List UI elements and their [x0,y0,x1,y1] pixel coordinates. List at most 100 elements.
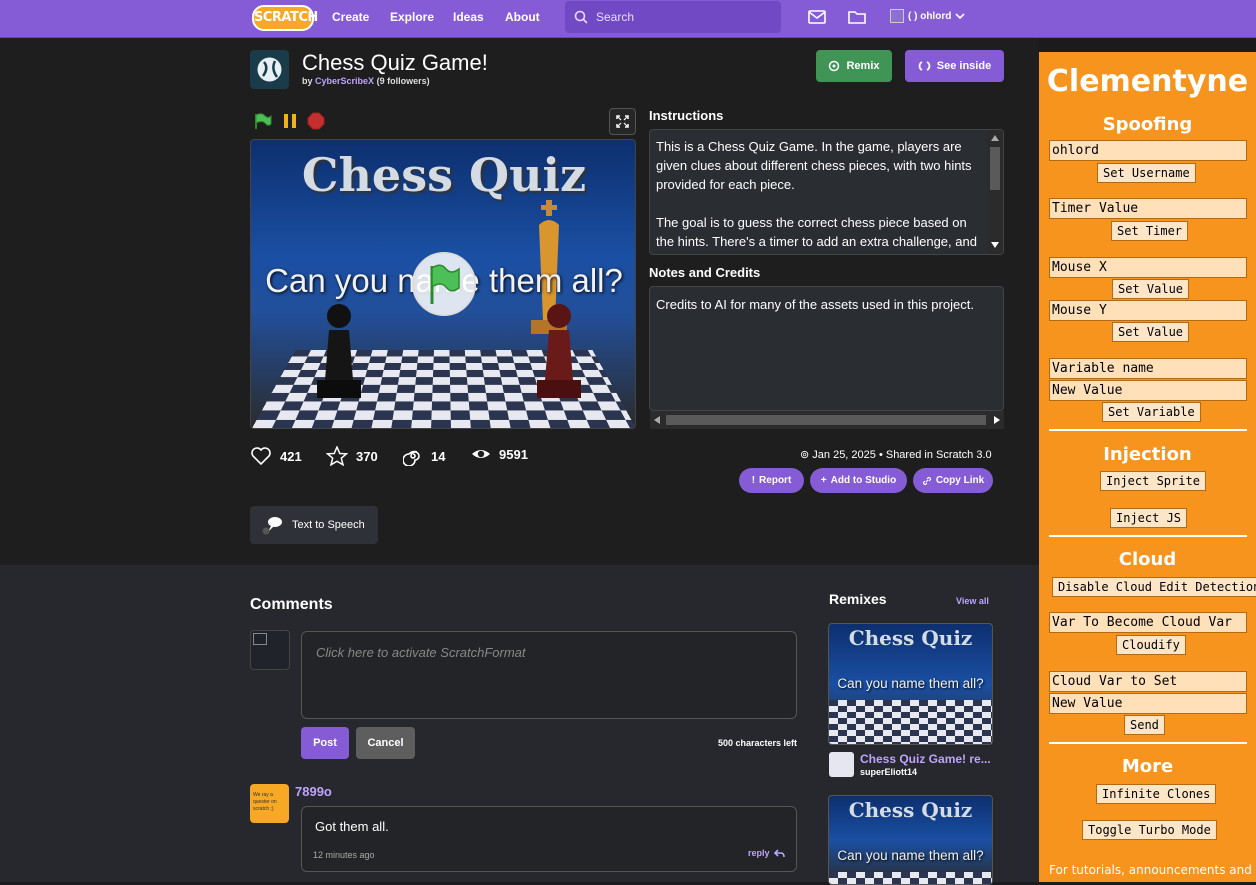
remix-thumbnail[interactable]: Chess Quiz Can you name them all? [828,795,993,885]
set-mouse-y-button[interactable]: Set Value [1112,322,1190,342]
comment-placeholder: Click here to activate ScratchFormat [316,645,526,660]
remix-icon [829,60,840,72]
red-pawn-graphic [537,304,581,398]
clementyne-panel: Clementyne Spoofing ohlord Set Username … [1039,52,1256,882]
remix-thumb-title: Chess Quiz [848,626,973,650]
commenter-avatar[interactable]: We ray a quester on scratch ;) [250,784,289,823]
remix-button[interactable]: Remix [816,50,892,82]
toggle-turbo-mode-button[interactable]: Toggle Turbo Mode [1082,820,1217,840]
chevron-down-icon [955,13,965,20]
speech-bubble-icon [262,517,282,535]
reply-button[interactable]: reply [748,848,785,858]
clementyne-footer: For tutorials, announcements and [1049,863,1252,877]
favorite-stat[interactable]: 370 [326,446,378,466]
text-to-speech-button[interactable]: Text to Speech [250,506,378,544]
comments-title: Comments [250,596,333,613]
inject-sprite-button[interactable]: Inject Sprite [1100,471,1206,491]
remix-small-icon: ⊚ [800,449,810,461]
set-variable-button[interactable]: Set Variable [1102,402,1201,422]
user-name: ( ) ohlord [908,10,952,22]
set-username-button[interactable]: Set Username [1097,163,1196,183]
messages-icon[interactable] [807,8,827,26]
star-icon [326,446,348,466]
author-link[interactable]: CyberScribeX [315,76,374,86]
heart-icon [251,447,271,466]
username-input[interactable]: ohlord [1049,140,1247,161]
nav-create[interactable]: Create [332,10,369,24]
remix-thumbnail[interactable]: Chess Quiz Can you name them all? [828,623,993,745]
variable-name-input[interactable]: Variable name [1049,358,1247,379]
add-to-studio-button[interactable]: + Add to Studio [810,468,907,493]
var-to-cloud-input[interactable]: Var To Become Cloud Var [1049,612,1247,633]
notes-horizontal-scrollbar[interactable] [650,411,1004,429]
search-bar[interactable]: Search [565,1,781,33]
comment-username[interactable]: 7899o [295,784,332,799]
set-mouse-x-button[interactable]: Set Value [1112,279,1190,299]
green-flag-icon[interactable] [253,112,273,130]
cloud-new-value-input[interactable]: New Value [1049,693,1247,714]
timer-value-input[interactable]: Timer Value [1049,198,1247,219]
scrollbar-thumb[interactable] [990,147,1000,190]
comment-textarea[interactable]: Click here to activate ScratchFormat [301,631,797,719]
nav-explore[interactable]: Explore [390,10,434,24]
favorite-count: 370 [356,448,378,464]
project-byline: by CyberScribeX (9 followers) [302,76,430,86]
mouse-x-input[interactable]: Mouse X [1049,257,1247,278]
report-button[interactable]: ! Report [739,468,804,493]
comment-text: Got them all. [315,819,389,834]
search-icon [574,10,588,24]
stage-title-text: Chess Quiz [301,148,587,202]
pause-icon[interactable] [281,112,299,130]
cloud-var-input[interactable]: Cloud Var to Set [1049,671,1247,692]
scroll-down-arrow-icon[interactable] [991,242,999,248]
scrollbar-thumb[interactable] [666,415,986,425]
remix-author-avatar[interactable] [829,752,854,777]
nav-ideas[interactable]: Ideas [453,10,484,24]
send-button[interactable]: Send [1124,715,1165,735]
infinite-clones-button[interactable]: Infinite Clones [1096,784,1217,804]
view-all-link[interactable]: View all [956,596,989,606]
cancel-button[interactable]: Cancel [356,727,415,759]
stop-icon[interactable] [307,112,325,130]
mouse-y-input[interactable]: Mouse Y [1049,300,1247,321]
comment-item: Got them all. 12 minutes ago reply [301,806,797,872]
disable-cloud-edit-detection-button[interactable]: Disable Cloud Edit Detection [1052,577,1256,597]
fullscreen-button[interactable] [609,108,636,135]
remixes-title: Remixes [829,591,887,607]
plus-icon: + [820,475,827,486]
my-stuff-folder-icon[interactable] [847,8,867,26]
post-button[interactable]: Post [301,727,349,759]
top-navbar: SCRATCH Create Explore Ideas About Searc… [0,0,1256,38]
scroll-left-arrow-icon[interactable] [654,416,660,424]
cloudify-button[interactable]: Cloudify [1116,635,1186,655]
instructions-scrollbar[interactable] [987,130,1003,254]
notes-text: Credits to AI for many of the assets use… [656,297,974,312]
player-controls [253,112,325,130]
nav-about[interactable]: About [505,10,540,24]
search-placeholder: Search [596,10,635,24]
shared-date: ⊚ Jan 25, 2025 • Shared in Scratch 3.0 [800,449,992,461]
account-menu[interactable]: ( ) ohlord [890,9,965,23]
scroll-right-arrow-icon[interactable] [994,416,1000,424]
notes-panel[interactable]: Credits to AI for many of the assets use… [649,286,1004,411]
scratch-logo[interactable]: SCRATCH [252,5,318,31]
reply-arrow-icon [773,848,785,857]
see-inside-button[interactable]: See inside [905,50,1004,82]
instructions-title: Instructions [649,108,724,123]
love-stat[interactable]: 421 [250,446,302,466]
scroll-up-arrow-icon[interactable] [991,135,999,141]
inject-js-button[interactable]: Inject JS [1110,508,1188,528]
project-stage[interactable]: Chess Quiz Can you name them all? [250,139,636,429]
instructions-paragraph: The goal is to guess the correct chess p… [656,215,977,249]
remix-project-name[interactable]: Chess Quiz Game! re... [860,752,994,766]
copy-link-button[interactable]: Copy Link [913,468,993,493]
new-value-input[interactable]: New Value [1049,380,1247,401]
author-avatar[interactable] [250,50,289,89]
remix-author-name[interactable]: superEliott14 [860,767,917,777]
start-overlay-button[interactable] [412,252,476,316]
exclamation-icon: ! [751,475,756,486]
characters-left: 500 characters left [718,738,798,748]
instructions-panel[interactable]: This is a Chess Quiz Game. In the game, … [649,129,1004,255]
set-timer-button[interactable]: Set Timer [1111,221,1189,241]
fullscreen-icon [616,115,629,128]
